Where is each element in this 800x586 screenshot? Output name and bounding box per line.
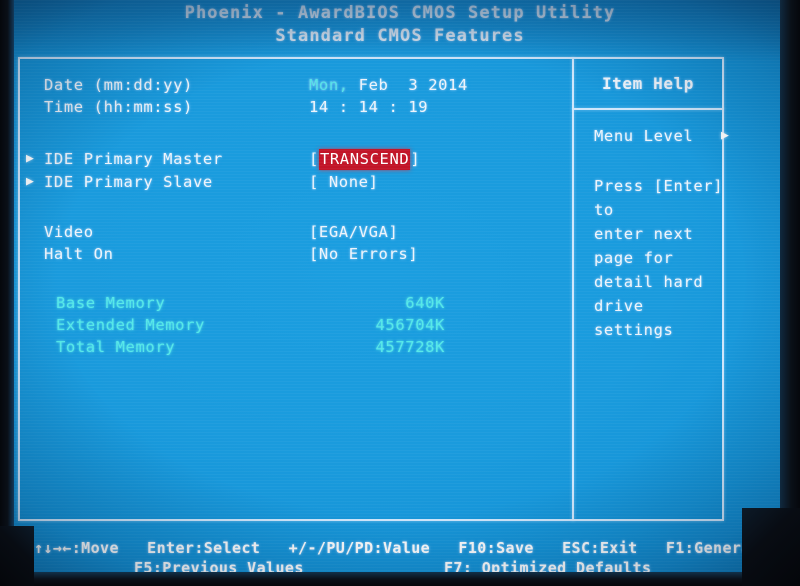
submenu-arrow-icon: ▶ xyxy=(26,174,34,189)
date-rest: Feb 3 2014 xyxy=(348,76,468,94)
ide-primary-master-value[interactable]: [TRANSCEND] xyxy=(309,148,420,170)
ide-primary-slave-label[interactable]: IDE Primary Slave xyxy=(44,171,213,193)
page-title: Phoenix - AwardBIOS CMOS Setup Utility xyxy=(184,3,616,23)
menu-level-arrow-icon: ▶ xyxy=(721,128,729,143)
extended-memory-value: 456704K xyxy=(375,316,445,334)
page-subtitle: Standard CMOS Features xyxy=(275,26,525,46)
video-value[interactable]: [EGA/VGA] xyxy=(309,221,398,243)
footer-key-legend-line1: ↑↓→←:Move Enter:Select +/-/PU/PD:Value F… xyxy=(34,539,800,557)
ide-primary-master-selection: TRANSCEND xyxy=(318,149,411,170)
monitor-bezel-corner-bottom-right xyxy=(742,508,800,586)
time-label: Time (hh:mm:ss) xyxy=(44,98,193,116)
date-value[interactable]: Mon, Feb 3 2014 xyxy=(309,74,468,96)
menu-level-label: Menu Level xyxy=(594,127,694,145)
monitor-bezel-corner-bottom-left xyxy=(0,526,34,586)
bracket-open: [ xyxy=(309,173,319,191)
item-help-header-divider xyxy=(572,108,724,110)
base-memory-label: Base Memory xyxy=(56,294,166,312)
submenu-arrow-icon: ▶ xyxy=(26,151,34,166)
bracket-close: ] xyxy=(368,173,379,191)
date-weekday: Mon, xyxy=(309,76,349,94)
halt-on-label: Halt On xyxy=(44,245,114,263)
item-help-title: Item Help xyxy=(601,74,695,93)
bios-screen: Phoenix - AwardBIOS CMOS Setup Utility S… xyxy=(0,0,800,586)
date-label: Date (mm:dd:yy) xyxy=(44,76,193,94)
bracket-open: [ xyxy=(309,150,319,168)
ide-primary-master-label[interactable]: IDE Primary Master xyxy=(44,148,223,170)
halt-on-value[interactable]: [No Errors] xyxy=(309,243,418,265)
total-memory-value: 457728K xyxy=(375,338,445,356)
time-value[interactable]: 14 : 14 : 19 xyxy=(309,96,428,118)
extended-memory-label: Extended Memory xyxy=(56,316,205,334)
bracket-close: ] xyxy=(410,150,421,168)
item-help-body: Press [Enter] to enter next page for det… xyxy=(594,177,724,339)
panel-vertical-divider xyxy=(572,57,574,521)
monitor-bezel-bottom xyxy=(0,572,800,586)
base-memory-value: 640K xyxy=(405,294,445,312)
ide-primary-slave-value[interactable]: [ None] xyxy=(309,171,379,193)
total-memory-label: Total Memory xyxy=(56,338,176,356)
monitor-bezel-right xyxy=(780,0,800,586)
video-label: Video xyxy=(44,223,94,241)
ide-primary-slave-selection: None xyxy=(318,173,369,191)
monitor-bezel-left xyxy=(0,0,14,586)
